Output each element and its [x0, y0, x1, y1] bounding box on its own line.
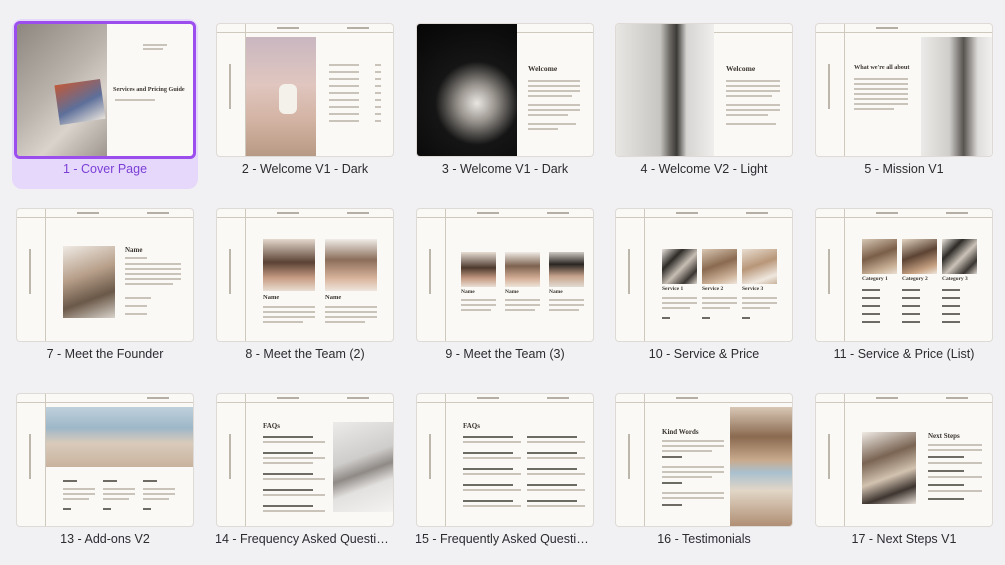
- beach-umbrella-photo: [730, 407, 792, 526]
- page-tile-3[interactable]: Welcome 3 - Welcome V1 - Dark: [412, 19, 598, 189]
- founder-photo: [63, 246, 115, 318]
- page-caption: 1 - Cover Page: [62, 162, 148, 176]
- cover-title: Services and Pricing Guide: [113, 86, 185, 93]
- magazine-image: [54, 78, 106, 126]
- page-tile-4[interactable]: Welcome 4 - Welcome V2 - Light: [611, 19, 797, 189]
- team-photo: [263, 239, 315, 291]
- page-tile-17[interactable]: Next Steps 17 - Next Steps V1: [811, 389, 997, 559]
- team-name: Name: [505, 289, 519, 295]
- page-tile-13[interactable]: 13 - Add-ons V2: [12, 389, 198, 559]
- service-label: Service 2: [702, 286, 724, 292]
- page-thumbnail: Category 1 Category 2 Category 3: [816, 209, 992, 341]
- page-caption: 10 - Service & Price: [648, 347, 760, 361]
- page-thumbnail: What we're all about: [816, 24, 992, 156]
- page-caption: 15 - Frequently Asked Questions: [415, 532, 597, 546]
- page-thumbnail: Welcome: [616, 24, 792, 156]
- page-caption: 5 - Mission V1: [864, 162, 944, 176]
- page-tile-11[interactable]: Category 1 Category 2 Category 3 11 - Se…: [811, 204, 997, 374]
- page-tile-1[interactable]: Services and Pricing Guide 1 - Cover Pag…: [12, 19, 198, 189]
- page-thumbnail: [17, 394, 193, 526]
- moodboard-photo: [333, 422, 393, 512]
- page-thumbnail: Name: [17, 209, 193, 341]
- page-caption: 4 - Welcome V2 - Light: [640, 162, 768, 176]
- page-thumbnail: Welcome: [417, 24, 593, 156]
- page-caption: 9 - Meet the Team (3): [445, 347, 565, 361]
- welcome-title: Welcome: [726, 64, 756, 73]
- faq-title: FAQs: [263, 422, 280, 430]
- team-name: Name: [263, 294, 280, 301]
- page-thumbnail: Kind Words: [616, 394, 792, 526]
- category-photo: [942, 239, 977, 274]
- service-label: Service 3: [742, 286, 764, 292]
- page-caption: 13 - Add-ons V2: [60, 532, 150, 546]
- page-caption: 14 - Frequency Asked Questions: [215, 532, 397, 546]
- page-caption: 7 - Meet the Founder: [46, 347, 164, 361]
- page-tile-8[interactable]: Name Name 8 - Meet the Team (2): [212, 204, 398, 374]
- testimonials-title: Kind Words: [662, 428, 699, 436]
- next-steps-title: Next Steps: [928, 432, 960, 440]
- team-name: Name: [325, 294, 342, 301]
- page-tile-2[interactable]: 2 - Welcome V1 - Dark: [212, 19, 398, 189]
- page-caption: 2 - Welcome V1 - Dark: [241, 162, 369, 176]
- faq-title: FAQs: [463, 422, 480, 430]
- founder-name: Name: [125, 246, 143, 254]
- page-caption: 11 - Service & Price (List): [833, 347, 975, 361]
- page-caption: 8 - Meet the Team (2): [245, 347, 365, 361]
- team-name: Name: [461, 289, 475, 295]
- page-tile-7[interactable]: Name 7 - Meet the Founder: [12, 204, 198, 374]
- category-label: Category 1: [862, 276, 888, 282]
- next-steps-photo: [862, 432, 916, 504]
- category-label: Category 3: [942, 276, 968, 282]
- page-tile-9[interactable]: Name Name Name 9 - Meet the Team (3): [412, 204, 598, 374]
- page-thumbnail: FAQs: [217, 394, 393, 526]
- page-thumbnail: Name Name: [217, 209, 393, 341]
- mission-title: What we're all about: [854, 64, 910, 71]
- category-label: Category 2: [902, 276, 928, 282]
- page-thumbnail-grid: Services and Pricing Guide 1 - Cover Pag…: [0, 0, 1005, 565]
- page-tile-10[interactable]: Service 1 Service 2 Service 3 10 - Servi…: [611, 204, 797, 374]
- page-thumbnail: Next Steps: [816, 394, 992, 526]
- page-caption: 17 - Next Steps V1: [851, 532, 957, 546]
- page-thumbnail: [217, 24, 393, 156]
- service-photo: [742, 249, 777, 284]
- service-label: Service 1: [662, 286, 684, 292]
- page-thumbnail: Services and Pricing Guide: [17, 24, 193, 156]
- dark-photo: [417, 24, 517, 156]
- page-thumbnail: Service 1 Service 2 Service 3: [616, 209, 792, 341]
- team-name: Name: [549, 289, 563, 295]
- page-caption: 3 - Welcome V1 - Dark: [441, 162, 569, 176]
- team-photo: [325, 239, 377, 291]
- page-tile-15[interactable]: FAQs 15 - Frequently Asked Questions: [412, 389, 598, 559]
- page-thumbnail: Name Name Name: [417, 209, 593, 341]
- shadow-photo: [616, 24, 714, 156]
- welcome-title: Welcome: [528, 64, 558, 73]
- shadow-photo: [921, 37, 992, 156]
- service-photo: [662, 249, 697, 284]
- page-tile-14[interactable]: FAQs 14 - Frequency Asked Questions: [212, 389, 398, 559]
- page-tile-5[interactable]: What we're all about 5 - Mission V1: [811, 19, 997, 189]
- page-caption: 16 - Testimonials: [657, 532, 751, 546]
- category-photo: [902, 239, 937, 274]
- team-photo: [461, 252, 496, 287]
- page-tile-16[interactable]: Kind Words 16 - Testimonials: [611, 389, 797, 559]
- team-photo: [549, 252, 584, 287]
- service-photo: [702, 249, 737, 284]
- category-photo: [862, 239, 897, 274]
- team-photo: [505, 252, 540, 287]
- page-thumbnail: FAQs: [417, 394, 593, 526]
- beach-photo: [46, 407, 193, 467]
